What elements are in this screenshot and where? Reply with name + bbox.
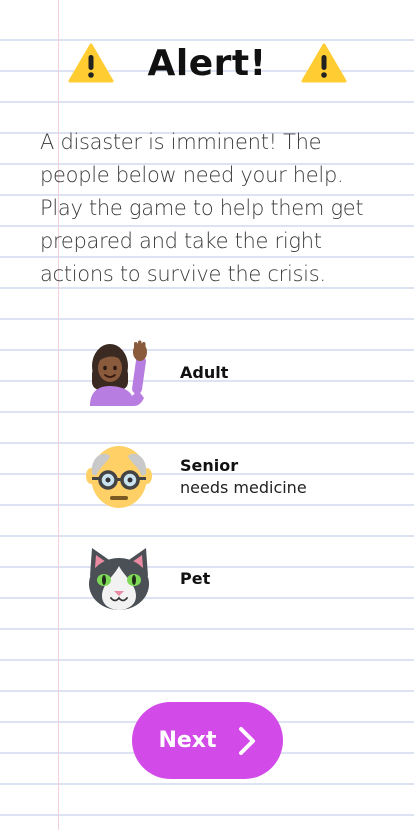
paper-margin-line [58, 0, 59, 830]
senior-man-icon [86, 446, 152, 508]
character-name: Adult [180, 363, 229, 382]
character-pet: Pet [86, 546, 210, 612]
page-title: Alert! [147, 42, 267, 84]
adult-woman-icon [90, 340, 147, 406]
intro-text: A disaster is imminent! The people below… [40, 130, 364, 286]
character-senior: Senior needs medicine [86, 444, 307, 510]
cat-icon [89, 548, 149, 610]
character-note: needs medicine [180, 478, 307, 497]
character-info: Pet [180, 568, 210, 590]
character-name: Pet [180, 569, 211, 588]
next-button-label: Next [158, 728, 217, 753]
character-info: Adult [180, 362, 228, 384]
character-name: Senior [180, 456, 239, 475]
next-button[interactable]: Next [132, 702, 283, 779]
chevron-right-icon [238, 726, 255, 755]
character-info: Senior needs medicine [180, 455, 307, 499]
character-adult: Adult [86, 340, 228, 406]
warning-icon [68, 43, 113, 83]
alert-header: Alert! [0, 42, 414, 84]
warning-icon [301, 43, 346, 83]
